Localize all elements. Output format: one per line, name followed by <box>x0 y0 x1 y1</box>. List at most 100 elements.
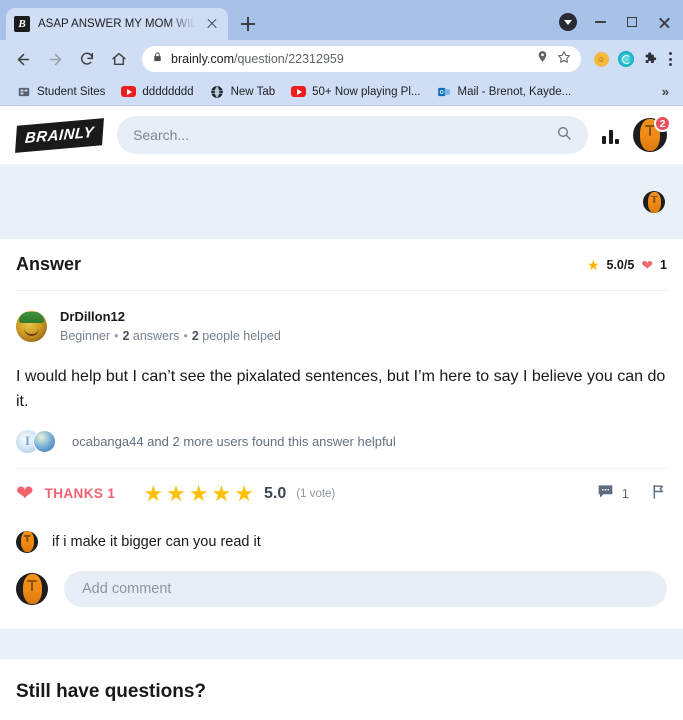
teal-extension-icon[interactable] <box>616 49 636 69</box>
home-icon[interactable] <box>104 44 134 74</box>
bookmark-label: 50+ Now playing Pl... <box>312 85 421 98</box>
answer-metrics: ★ 5.0/5 ❤ 1 <box>587 258 667 272</box>
add-comment-input[interactable]: Add comment <box>64 570 667 607</box>
section-gap <box>0 628 683 659</box>
bookmarks-overflow-icon[interactable]: » <box>656 84 675 99</box>
thanks-button[interactable]: ❤ THANKS 1 <box>16 483 115 504</box>
star-icon[interactable]: ★ <box>166 482 186 505</box>
bookmark-new-tab[interactable]: New Tab <box>202 81 284 102</box>
author-name[interactable]: DrDillon12 <box>60 307 281 327</box>
answer-card: Answer ★ 5.0/5 ❤ 1 DrDillon12 Beginner • 2… <box>0 239 683 629</box>
forward-icon[interactable] <box>40 44 70 74</box>
bookmark-label: New Tab <box>230 85 276 98</box>
search-input[interactable]: Search... <box>117 116 588 154</box>
comments-button[interactable]: 1 <box>597 484 629 504</box>
heart-icon: ❤ <box>16 482 34 506</box>
new-tab-button[interactable] <box>234 10 262 38</box>
author-answers-count: 2 <box>122 328 130 343</box>
bookmark-star-icon[interactable] <box>557 50 571 69</box>
star-icon: ★ <box>586 256 600 273</box>
bookmarks-bar: Student Sites dddddddd New Tab 50+ Now p… <box>0 78 683 106</box>
page-title: Answer <box>16 254 82 274</box>
bookmark-label: Mail - Brenot, Kayde... <box>457 85 572 98</box>
page-viewport: BRAINLY Search... 2 Answer ★ 5.0/5 ❤ 1 D… <box>0 106 683 720</box>
star-icon[interactable]: ★ <box>189 482 209 505</box>
svg-text:O: O <box>440 90 444 96</box>
thanks-label: THANKS 1 <box>44 486 116 502</box>
report-flag-button[interactable] <box>651 483 667 505</box>
meta-separator: • <box>183 328 188 343</box>
tab-title: ASAP ANSWER MY MOM WILL G <box>38 18 196 30</box>
extensions-area: ☺ <box>589 49 675 69</box>
maximize-button[interactable] <box>617 8 647 36</box>
address-bar[interactable]: brainly.com/question/22312959 <box>142 46 581 72</box>
comment-list: if i make it bigger can you read it <box>16 519 667 563</box>
site-header: BRAINLY Search... 2 <box>0 106 683 165</box>
bookmark-label: dddddddd <box>142 85 194 98</box>
url-text: brainly.com/question/22312959 <box>171 52 344 66</box>
youtube-icon <box>291 84 307 99</box>
answer-author[interactable]: DrDillon12 Beginner • 2 answers • 2 people h… <box>16 291 667 349</box>
brainly-logo[interactable]: BRAINLY <box>15 117 105 153</box>
search-icon[interactable] <box>556 125 572 146</box>
profile-indicator-icon[interactable] <box>553 8 583 36</box>
author-meta: Beginner • 2 answers • 2 people helped <box>60 327 281 346</box>
bar-chart-icon[interactable] <box>602 126 619 144</box>
lock-icon <box>152 50 163 68</box>
browser-tab[interactable]: B ASAP ANSWER MY MOM WILL G <box>6 8 228 40</box>
youtube-icon <box>121 84 137 99</box>
rating-votes: (1 vote) <box>296 487 336 500</box>
orange-extension-icon[interactable]: ☺ <box>591 49 611 69</box>
helpful-avatars <box>16 429 60 454</box>
current-user-avatar[interactable] <box>16 572 48 605</box>
back-icon[interactable] <box>8 44 38 74</box>
bookmark-dddddddd[interactable]: dddddddd <box>113 81 201 102</box>
add-comment-placeholder: Add comment <box>82 580 172 597</box>
flag-icon <box>651 483 667 505</box>
outlook-icon: O <box>436 84 451 99</box>
rating-value: 5.0 <box>264 484 287 502</box>
author-rank: Beginner <box>60 328 111 343</box>
question-band <box>0 165 683 239</box>
heart-icon: ❤ <box>641 256 654 273</box>
helpful-row: ocabanga44 and 2 more users found this a… <box>16 420 667 468</box>
globe-icon <box>210 84 225 99</box>
answer-text: I would help but I can’t see the pixalat… <box>16 368 666 410</box>
star-icon[interactable]: ★ <box>234 482 254 505</box>
answer-header: Answer ★ 5.0/5 ❤ 1 <box>16 239 667 291</box>
minimize-button[interactable] <box>585 8 615 36</box>
bookmark-now-playing[interactable]: 50+ Now playing Pl... <box>283 81 428 102</box>
browser-menu-icon[interactable] <box>666 49 675 68</box>
brainly-favicon: B <box>14 16 30 32</box>
tab-strip: B ASAP ANSWER MY MOM WILL G <box>0 0 683 40</box>
bookmark-mail[interactable]: O Mail - Brenot, Kayde... <box>428 81 579 102</box>
author-answers-label: answers <box>132 328 180 343</box>
close-icon[interactable] <box>204 16 220 32</box>
rating-widget: ★ ★ ★ ★ ★ 5.0 (1 vote) <box>143 482 336 505</box>
folder-icon <box>16 84 31 99</box>
comment-text: if i make it bigger can you read it <box>52 533 261 550</box>
bookmark-label: Student Sites <box>37 85 106 98</box>
reload-icon[interactable] <box>72 44 102 74</box>
list-item: if i make it bigger can you read it <box>16 523 667 563</box>
add-comment-row: Add comment <box>16 563 667 629</box>
meta-separator: • <box>114 328 119 343</box>
bookmark-student-sites[interactable]: Student Sites <box>8 81 113 102</box>
star-icon[interactable]: ★ <box>212 482 232 505</box>
helpful-avatar-2 <box>33 429 56 453</box>
answer-actions-right: 1 <box>597 483 667 505</box>
thanks-summary: 1 <box>660 257 667 272</box>
puzzle-extension-icon[interactable] <box>641 49 661 69</box>
commenter-avatar[interactable] <box>16 530 38 553</box>
star-icon[interactable]: ★ <box>143 482 163 505</box>
close-window-button[interactable] <box>649 8 679 36</box>
navigation-toolbar: brainly.com/question/22312959 ☺ <box>0 40 683 78</box>
notification-badge: 2 <box>654 115 671 132</box>
browser-window: B ASAP ANSWER MY MOM WILL G <box>0 0 683 720</box>
location-pin-icon[interactable] <box>536 50 549 68</box>
star-rating[interactable]: ★ ★ ★ ★ ★ <box>143 482 254 505</box>
user-avatar[interactable]: 2 <box>633 115 671 152</box>
still-have-questions-title: Still have questions? <box>16 680 207 702</box>
band-avatar[interactable] <box>643 191 665 213</box>
still-have-questions-section: Still have questions? <box>0 658 683 703</box>
